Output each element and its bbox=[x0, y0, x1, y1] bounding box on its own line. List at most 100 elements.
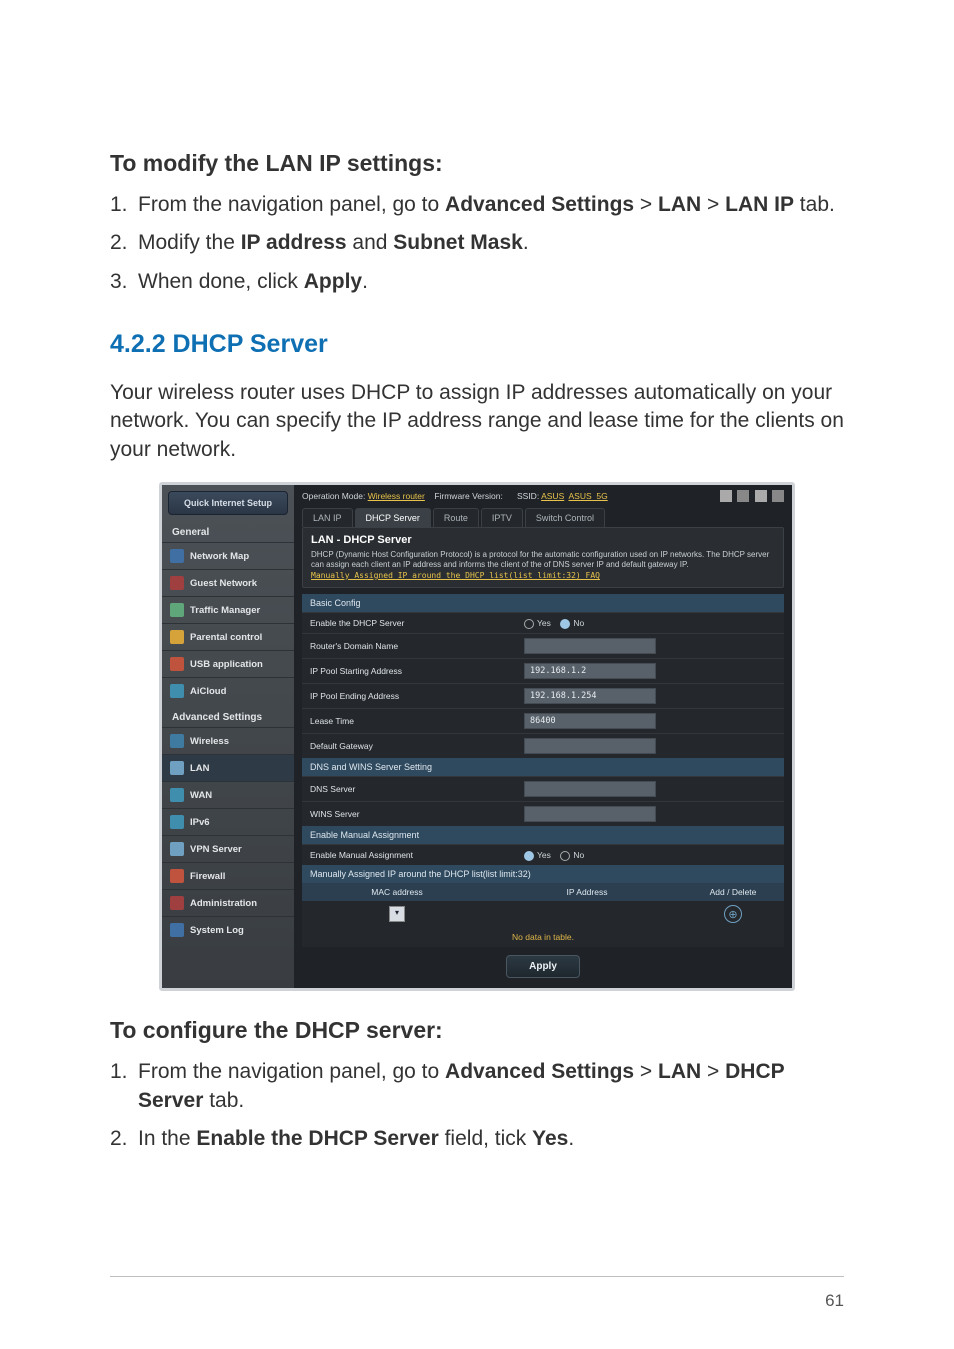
sep: > bbox=[634, 1060, 658, 1083]
lang-icon[interactable] bbox=[772, 490, 784, 502]
radio-label-yes: Yes bbox=[537, 618, 551, 628]
radio-manual-no[interactable] bbox=[560, 851, 570, 861]
label: Parental control bbox=[190, 632, 262, 643]
sidebar-item-guest-network[interactable]: Guest Network bbox=[162, 569, 294, 596]
label-enable-manual: Enable Manual Assignment bbox=[302, 845, 518, 865]
usb-icon[interactable] bbox=[720, 490, 732, 502]
lan-icon bbox=[170, 761, 184, 775]
opmode-value[interactable]: Wireless router bbox=[368, 491, 425, 501]
sidebar-item-administration[interactable]: Administration bbox=[162, 889, 294, 916]
step-text: In the bbox=[138, 1127, 196, 1150]
label: VPN Server bbox=[190, 844, 242, 855]
firewall-icon bbox=[170, 869, 184, 883]
row-wins: WINS Server bbox=[302, 801, 784, 826]
bold: IP address bbox=[241, 231, 347, 254]
row-pool-start: IP Pool Starting Address bbox=[302, 658, 784, 683]
sidebar-item-wireless[interactable]: Wireless bbox=[162, 727, 294, 754]
panel-desc-text: DHCP (Dynamic Host Configuration Protoco… bbox=[311, 550, 769, 569]
sidebar-item-parental-control[interactable]: Parental control bbox=[162, 623, 294, 650]
bold: Advanced Settings bbox=[445, 1060, 634, 1083]
tab-switch-control[interactable]: Switch Control bbox=[525, 508, 605, 527]
label: Firewall bbox=[190, 871, 225, 882]
radio-manual-yes[interactable] bbox=[524, 851, 534, 861]
sidebar-item-lan[interactable]: LAN bbox=[162, 754, 294, 781]
topbar: Operation Mode: Wireless router Firmware… bbox=[294, 485, 792, 502]
step-3: 3. When done, click Apply. bbox=[110, 268, 844, 296]
sep: and bbox=[347, 231, 394, 254]
sidebar-item-firewall[interactable]: Firewall bbox=[162, 862, 294, 889]
tab-dhcp-server[interactable]: DHCP Server bbox=[355, 508, 431, 527]
bold: Subnet Mask bbox=[393, 231, 523, 254]
section-basic-config: Basic Config bbox=[302, 594, 784, 612]
dhcp-description: Your wireless router uses DHCP to assign… bbox=[110, 379, 844, 464]
step-2: 2. In the Enable the DHCP Server field, … bbox=[110, 1125, 844, 1153]
opmode-label: Operation Mode: bbox=[302, 491, 365, 501]
tab-lan-ip[interactable]: LAN IP bbox=[302, 508, 353, 527]
tab-route[interactable]: Route bbox=[433, 508, 479, 527]
no-data-text: No data in table. bbox=[302, 927, 784, 947]
sidebar-item-network-map[interactable]: Network Map bbox=[162, 542, 294, 569]
label: Traffic Manager bbox=[190, 605, 260, 616]
tab-iptv[interactable]: IPTV bbox=[481, 508, 523, 527]
label-wins: WINS Server bbox=[302, 804, 518, 824]
steps-config-dhcp: 1. From the navigation panel, go to Adva… bbox=[110, 1058, 844, 1153]
input-pool-end[interactable] bbox=[524, 688, 656, 704]
post: . bbox=[362, 270, 368, 293]
sidebar: Quick Internet Setup General Network Map… bbox=[162, 485, 294, 988]
input-pool-start[interactable] bbox=[524, 663, 656, 679]
row-lease: Lease Time bbox=[302, 708, 784, 733]
traffic-manager-icon bbox=[170, 603, 184, 617]
heading-modify-lan: To modify the LAN IP settings: bbox=[110, 150, 844, 177]
refresh-icon[interactable] bbox=[755, 490, 767, 502]
bold: Yes bbox=[532, 1127, 568, 1150]
apply-button[interactable]: Apply bbox=[506, 955, 580, 978]
router-admin-screenshot: Quick Internet Setup General Network Map… bbox=[159, 482, 795, 991]
bold: Advanced Settings bbox=[445, 193, 634, 216]
label-dns: DNS Server bbox=[302, 779, 518, 799]
step-text: From the navigation panel, go to bbox=[138, 193, 445, 216]
ssid-1[interactable]: ASUS bbox=[541, 491, 564, 501]
row-pool-end: IP Pool Ending Address bbox=[302, 683, 784, 708]
sidebar-item-aicloud[interactable]: AiCloud bbox=[162, 677, 294, 704]
input-gateway[interactable] bbox=[524, 738, 656, 754]
sidebar-item-usb-application[interactable]: USB application bbox=[162, 650, 294, 677]
mac-dropdown[interactable]: ▾ bbox=[389, 906, 405, 922]
status-icon[interactable] bbox=[737, 490, 749, 502]
label: WAN bbox=[190, 790, 212, 801]
sidebar-item-wan[interactable]: WAN bbox=[162, 781, 294, 808]
ssid-2[interactable]: ASUS_5G bbox=[569, 491, 608, 501]
sep: > bbox=[701, 1060, 725, 1083]
radio-enable-dhcp-yes[interactable] bbox=[524, 619, 534, 629]
add-button[interactable]: ⊕ bbox=[724, 905, 742, 923]
sidebar-item-ipv6[interactable]: IPv6 bbox=[162, 808, 294, 835]
panel-desc-link[interactable]: Manually Assigned IP around the DHCP lis… bbox=[311, 571, 600, 580]
step-2: 2. Modify the IP address and Subnet Mask… bbox=[110, 229, 844, 257]
step-1: 1. From the navigation panel, go to Adva… bbox=[110, 1058, 844, 1115]
administration-icon bbox=[170, 896, 184, 910]
post: . bbox=[568, 1127, 574, 1150]
quick-internet-setup-button[interactable]: Quick Internet Setup bbox=[168, 491, 288, 515]
tabs: LAN IP DHCP Server Route IPTV Switch Con… bbox=[294, 502, 792, 527]
usb-application-icon bbox=[170, 657, 184, 671]
section-manual-list: Manually Assigned IP around the DHCP lis… bbox=[302, 865, 784, 883]
input-lease[interactable] bbox=[524, 713, 656, 729]
bold: Enable the DHCP Server bbox=[196, 1127, 438, 1150]
panel-title: LAN - DHCP Server bbox=[311, 534, 775, 546]
step-1: 1. From the navigation panel, go to Adva… bbox=[110, 191, 844, 219]
section-dns-wins: DNS and WINS Server Setting bbox=[302, 758, 784, 776]
row-gateway: Default Gateway bbox=[302, 733, 784, 758]
label: IPv6 bbox=[190, 817, 210, 828]
input-domain[interactable] bbox=[524, 638, 656, 654]
sidebar-item-vpn-server[interactable]: VPN Server bbox=[162, 835, 294, 862]
col-ip: IP Address bbox=[492, 883, 682, 901]
label-pool-start: IP Pool Starting Address bbox=[302, 661, 518, 681]
step-text: Modify the bbox=[138, 231, 241, 254]
radio-enable-dhcp-no[interactable] bbox=[560, 619, 570, 629]
label-gateway: Default Gateway bbox=[302, 736, 518, 756]
input-wins[interactable] bbox=[524, 806, 656, 822]
input-dns[interactable] bbox=[524, 781, 656, 797]
sidebar-item-system-log[interactable]: System Log bbox=[162, 916, 294, 943]
sidebar-item-traffic-manager[interactable]: Traffic Manager bbox=[162, 596, 294, 623]
wireless-icon bbox=[170, 734, 184, 748]
post: . bbox=[523, 231, 529, 254]
